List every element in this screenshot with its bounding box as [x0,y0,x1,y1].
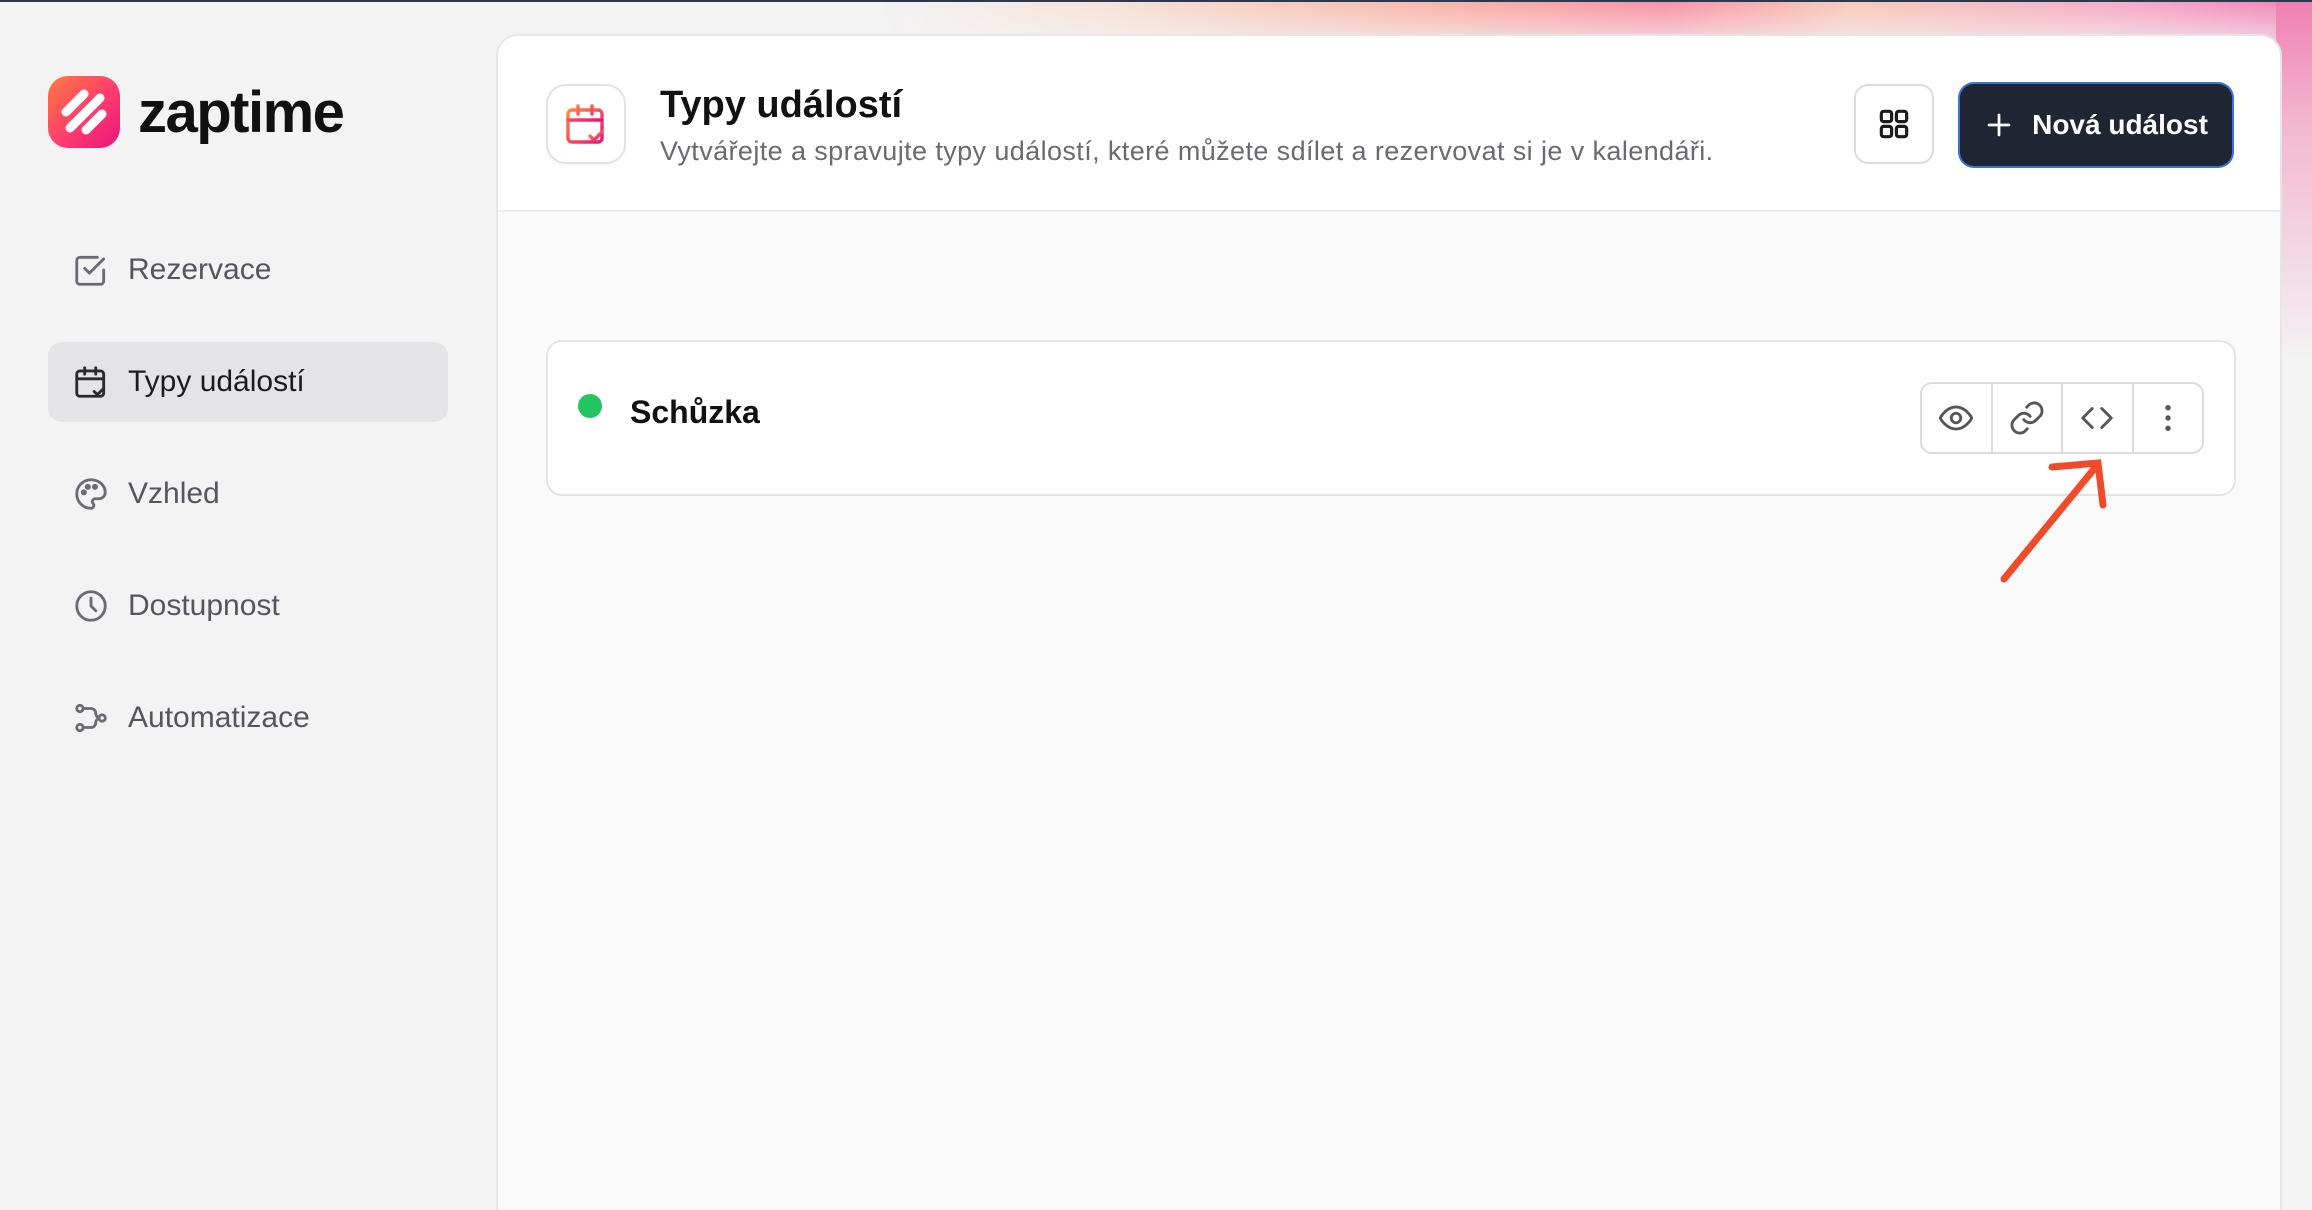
calendar-check-icon [72,363,110,401]
preview-button[interactable] [1922,384,1993,452]
event-card[interactable]: Schůzka [546,340,2236,496]
status-dot [578,394,602,418]
more-vertical-icon [2165,405,2171,431]
sidebar-item-automatizace[interactable]: Automatizace [48,678,448,758]
sidebar-item-label: Typy událostí [128,365,305,398]
logo[interactable]: zaptime [48,76,345,148]
sidebar-item-label: Automatizace [128,701,310,734]
grid-view-button[interactable] [1854,84,1934,164]
page-title: Typy událostí [660,84,903,126]
sidebar-item-dostupnost[interactable]: Dostupnost [48,566,448,646]
event-name: Schůzka [630,394,760,430]
workflow-icon [72,699,110,737]
logo-text: zaptime [138,79,345,145]
sidebar-item-label: Vzhled [128,477,220,510]
sidebar-item-typy-udalosti[interactable]: Typy událostí [48,342,448,422]
main-panel: Typy událostí Vytvářejte a spravujte typ… [496,34,2282,1210]
new-event-button[interactable]: Nová událost [1960,84,2232,166]
eye-icon [1938,405,1974,431]
palette-icon [72,475,110,513]
clock-icon [72,587,110,625]
checkbox-icon [72,251,110,289]
sidebar-nav: Rezervace Typy událostí Vzhled Dostupnos… [48,230,448,790]
plus-icon [1987,113,2011,137]
annotation-arrow-icon [2000,459,2107,583]
sidebar-item-label: Dostupnost [128,589,280,622]
sidebar-item-label: Rezervace [128,253,272,286]
copy-link-button[interactable] [1993,384,2063,452]
sidebar: zaptime Rezervace Typy událostí Vzhled D… [0,0,490,1210]
logo-mark-icon [48,76,120,148]
grid-icon [1879,109,1909,139]
code-icon [2081,407,2113,429]
page-header: Typy událostí Vytvářejte a spravujte typ… [498,36,2280,212]
link-icon [2010,401,2044,435]
sidebar-item-rezervace[interactable]: Rezervace [48,230,448,310]
new-event-label: Nová událost [2032,109,2208,140]
embed-code-button[interactable] [2063,384,2134,452]
page-subtitle: Vytvářejte a spravujte typy událostí, kt… [660,136,1714,166]
event-actions [1920,382,2204,454]
more-options-button[interactable] [2134,384,2203,452]
sidebar-item-vzhled[interactable]: Vzhled [48,454,448,534]
calendar-check-icon [546,84,626,164]
